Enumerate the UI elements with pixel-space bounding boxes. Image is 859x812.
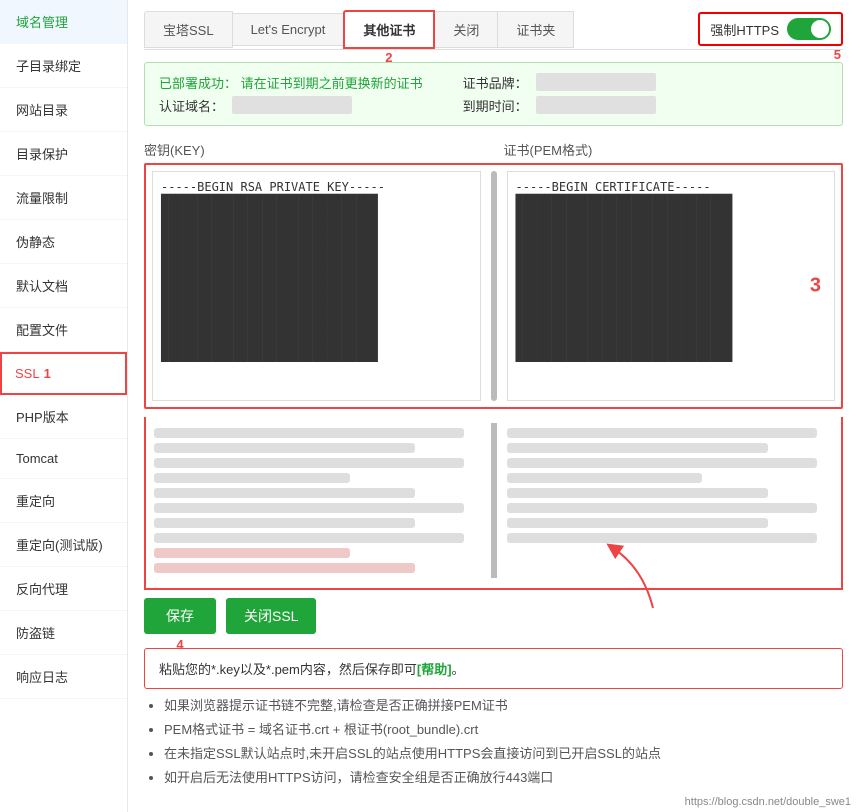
sidebar-item-ssl[interactable]: SSL 1	[0, 352, 127, 395]
sidebar-item-php-ver[interactable]: PHP版本	[0, 395, 127, 439]
tab-close[interactable]: 关闭	[434, 11, 498, 48]
sidebar-item-website-dir[interactable]: 网站目录	[0, 88, 127, 132]
domain-value	[232, 96, 352, 114]
force-https-label: 强制HTTPS	[710, 20, 779, 39]
save-button[interactable]: 保存	[144, 598, 216, 634]
success-title: 已部署成功： 请在证书到期之前更换新的证书	[159, 73, 423, 92]
sidebar-item-domain-mgmt[interactable]: 域名管理	[0, 0, 127, 44]
tab-other-cert[interactable]: 其他证书	[343, 10, 435, 49]
info-box: 粘贴您的*.key以及*.pem内容，然后保存即可[帮助]。	[144, 648, 843, 689]
force-https-area: 强制HTTPS 5	[698, 12, 843, 46]
cert-pem-label: 证书(PEM格式)	[504, 143, 593, 158]
expiry-value	[536, 96, 656, 114]
key-col: -----BEGIN RSA PRIVATE KEY-----	[152, 171, 481, 401]
info-list-item-3: 在未指定SSL默认站点时,未开启SSL的站点使用HTTPS会直接访问到已开启SS…	[164, 743, 843, 762]
info-list-item-1: 如果浏览器提示证书链不完整,请检查是否正确拼接PEM证书	[164, 695, 843, 714]
sidebar-item-reverse-proxy[interactable]: 反向代理	[0, 567, 127, 611]
cert-labels-row: 密钥(KEY) 证书(PEM格式)	[144, 140, 843, 159]
info-list-item-2: PEM格式证书 = 域名证书.crt + 根证书(root_bundle).cr…	[164, 719, 843, 738]
cert-label-area: 证书(PEM格式)	[494, 140, 844, 159]
force-https-toggle[interactable]	[787, 18, 831, 40]
success-message: 请在证书到期之前更换新的证书	[241, 76, 423, 91]
sidebar-item-response-log[interactable]: 响应日志	[0, 655, 127, 699]
ssl-label: SSL	[15, 366, 40, 381]
sidebar-item-redirect[interactable]: 重定向	[0, 479, 127, 523]
sidebar-item-default-doc[interactable]: 默认文档	[0, 264, 127, 308]
brand-row: 证书品牌：	[463, 73, 656, 92]
cert-textarea[interactable]: -----BEGIN CERTIFICATE-----	[507, 171, 836, 401]
sidebar: 域名管理 子目录绑定 网站目录 目录保护 流量限制 伪静态 默认文档 配置文件 …	[0, 0, 128, 812]
key-label-area: 密钥(KEY)	[144, 140, 484, 159]
cert-divider[interactable]	[491, 171, 497, 401]
btn-container: 保存 4 关闭SSL	[144, 598, 843, 634]
brand-value	[536, 73, 656, 91]
success-banner: 已部署成功： 请在证书到期之前更换新的证书 认证域名： 证书品牌： 到期时间：	[144, 62, 843, 126]
tabs-row: 宝塔SSL Let's Encrypt 其他证书 2 关闭 证书夹 强制HTTP…	[144, 10, 843, 50]
info-list-item-4: 如开启后无法使用HTTPS访问，请检查安全组是否正确放行443端口	[164, 767, 843, 786]
sidebar-item-hotlink[interactable]: 防盗链	[0, 611, 127, 655]
cert-annotation-num3: 3	[810, 275, 821, 298]
sidebar-item-subdir-bind[interactable]: 子目录绑定	[0, 44, 127, 88]
sidebar-item-dir-protect[interactable]: 目录保护	[0, 132, 127, 176]
force-https-annotation: 5	[834, 47, 841, 62]
tab-cert-folder[interactable]: 证书夹	[497, 11, 574, 48]
cert-blurred-area	[144, 417, 843, 590]
domain-label: 认证域名：	[159, 96, 224, 115]
cert-section: -----BEGIN RSA PRIVATE KEY----- -----BEG…	[144, 163, 843, 409]
sidebar-item-fake-static[interactable]: 伪静态	[0, 220, 127, 264]
tab-baota-ssl[interactable]: 宝塔SSL	[144, 11, 233, 48]
success-right: 证书品牌： 到期时间：	[463, 73, 656, 115]
sidebar-item-config-file[interactable]: 配置文件	[0, 308, 127, 352]
cert-blurred	[507, 423, 834, 578]
ssl-annotation-num: 1	[44, 366, 51, 381]
btn-row: 保存 4 关闭SSL	[144, 598, 843, 634]
toggle-knob	[811, 20, 829, 38]
sidebar-item-tomcat[interactable]: Tomcat	[0, 439, 127, 479]
close-ssl-button[interactable]: 关闭SSL	[226, 598, 316, 634]
save-annotation-num4: 4	[176, 637, 183, 652]
cert-col: -----BEGIN CERTIFICATE-----	[507, 171, 836, 401]
info-first-line-prefix: 粘贴您的*.key以及*.pem内容，然后保存即可	[159, 662, 417, 677]
sidebar-item-redirect-test[interactable]: 重定向(测试版)	[0, 523, 127, 567]
footer-url: https://blog.csdn.net/double_swe1	[685, 796, 851, 808]
key-blurred	[154, 423, 481, 578]
info-list: 如果浏览器提示证书链不完整,请检查是否正确拼接PEM证书 PEM格式证书 = 域…	[144, 695, 843, 786]
key-label: 密钥(KEY)	[144, 143, 205, 158]
save-btn-wrapper: 保存 4	[144, 598, 216, 634]
expiry-label: 到期时间：	[463, 96, 528, 115]
brand-label: 证书品牌：	[463, 73, 528, 92]
success-domain-row: 认证域名：	[159, 96, 423, 115]
sidebar-item-traffic-limit[interactable]: 流量限制	[0, 176, 127, 220]
info-first-line-suffix: 。	[452, 662, 465, 677]
tab-lets-encrypt[interactable]: Let's Encrypt	[232, 13, 345, 46]
expiry-row: 到期时间：	[463, 96, 656, 115]
key-textarea[interactable]: -----BEGIN RSA PRIVATE KEY-----	[152, 171, 481, 401]
tab-other-cert-wrapper: 其他证书 2	[343, 10, 434, 49]
divider-spacer	[491, 423, 497, 578]
success-prefix: 已部署成功：	[159, 76, 237, 91]
main-content: 宝塔SSL Let's Encrypt 其他证书 2 关闭 证书夹 强制HTTP…	[128, 0, 859, 812]
help-link[interactable]: [帮助]	[417, 662, 452, 677]
tab-num-annotation: 2	[385, 50, 392, 65]
success-left: 已部署成功： 请在证书到期之前更换新的证书 认证域名：	[159, 73, 423, 115]
